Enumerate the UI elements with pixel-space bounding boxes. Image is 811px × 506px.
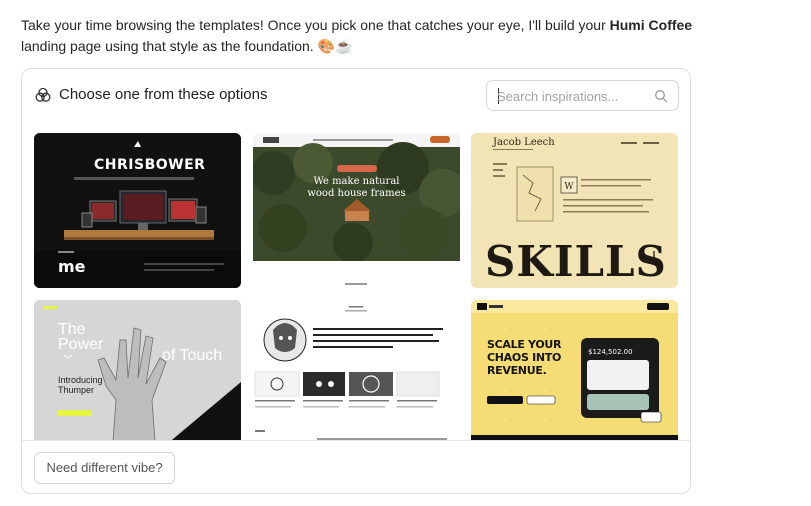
emoji: 🎨☕ xyxy=(317,38,353,54)
template-headline: CHRISBOWER xyxy=(94,157,206,173)
template-card-jacob-leech[interactable]: W Jacob Leech SKILLS xyxy=(471,133,678,288)
template-headline: The Power xyxy=(58,321,104,353)
template-brand: Jacob Leech xyxy=(493,137,555,148)
template-card-chrisbower[interactable]: CHRISBOWER me xyxy=(34,133,241,288)
search-box[interactable] xyxy=(486,80,679,111)
search-input[interactable] xyxy=(497,87,647,105)
need-different-vibe-button[interactable]: Need different vibe? xyxy=(34,452,175,484)
template-headline: We make natural wood house frames xyxy=(307,176,406,199)
panel-header: Choose one from these options xyxy=(22,69,690,123)
panel-title: Choose one from these options xyxy=(59,86,268,103)
intro-text-end: landing page using that style as the fou… xyxy=(21,38,318,54)
intro-text: Take your time browsing the templates! O… xyxy=(21,17,610,33)
template-headline: SKILLS xyxy=(485,237,667,286)
palette-icon xyxy=(35,87,51,102)
template-subline: me xyxy=(58,257,86,276)
template-preview-house-frames xyxy=(253,133,460,288)
template-grid[interactable]: CHRISBOWER me We make natural wood house… xyxy=(22,123,690,441)
template-subline: Introducing Thumper xyxy=(58,375,103,395)
template-preview-illustrated-portfolio xyxy=(253,300,460,440)
template-card-scale-chaos[interactable]: SCALE YOUR CHAOS INTO REVENUE. $124,502.… xyxy=(471,300,678,440)
template-headline: SCALE YOUR CHAOS INTO REVENUE. xyxy=(487,338,562,377)
search-icon[interactable] xyxy=(654,89,668,103)
template-card-house-frames[interactable]: We make natural wood house frames xyxy=(253,133,460,288)
template-picker-panel: Choose one from these options Search ins… xyxy=(21,68,691,494)
intro-message: Take your time browsing the templates! O… xyxy=(21,15,701,57)
brand-name: Humi Coffee xyxy=(609,17,693,33)
svg-text:W: W xyxy=(564,182,574,192)
template-figure: $124,502.00 xyxy=(588,348,633,356)
template-card-power-of-touch[interactable]: The Power of Touch Introducing Thumper xyxy=(34,300,241,440)
template-headline-secondary: of Touch xyxy=(162,347,223,364)
template-card-illustrated-portfolio[interactable] xyxy=(253,300,460,440)
